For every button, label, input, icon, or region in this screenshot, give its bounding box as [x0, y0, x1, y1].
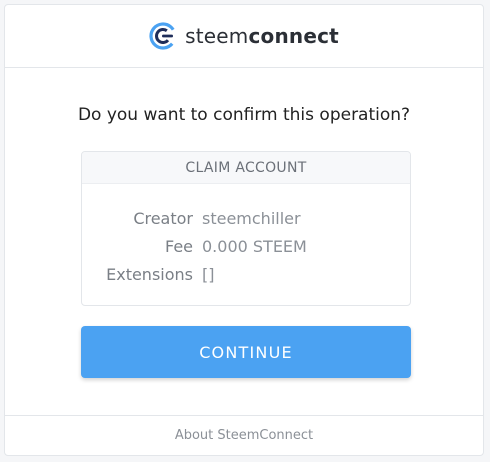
continue-button[interactable]: CONTINUE	[81, 326, 411, 378]
field-value: steemchiller	[202, 209, 301, 228]
field-value: []	[202, 265, 215, 284]
operation-title: CLAIM ACCOUNT	[82, 152, 410, 184]
confirm-card: steemconnect Do you want to confirm this…	[4, 4, 484, 456]
field-value: 0.000 STEEM	[202, 237, 307, 256]
operation-field-creator: Creator steemchiller	[82, 207, 410, 231]
steemconnect-logo-icon	[149, 22, 177, 50]
brand-name: steemconnect	[185, 24, 339, 48]
footer: About SteemConnect	[5, 415, 483, 455]
operation-field-fee: Fee 0.000 STEEM	[82, 235, 410, 259]
header: steemconnect	[5, 5, 483, 68]
confirm-question: Do you want to confirm this operation?	[77, 105, 411, 125]
brand-name-regular: steem	[185, 24, 249, 48]
brand-name-bold: connect	[248, 24, 339, 48]
field-key: Creator	[133, 209, 193, 228]
brand: steemconnect	[149, 22, 339, 50]
field-key: Fee	[164, 237, 193, 256]
about-steemconnect-link[interactable]: About SteemConnect	[175, 428, 313, 443]
operation-details: CLAIM ACCOUNT Creator steemchiller Fee 0…	[81, 151, 411, 306]
field-key: Extensions	[106, 265, 193, 284]
operation-field-extensions: Extensions []	[82, 263, 410, 287]
